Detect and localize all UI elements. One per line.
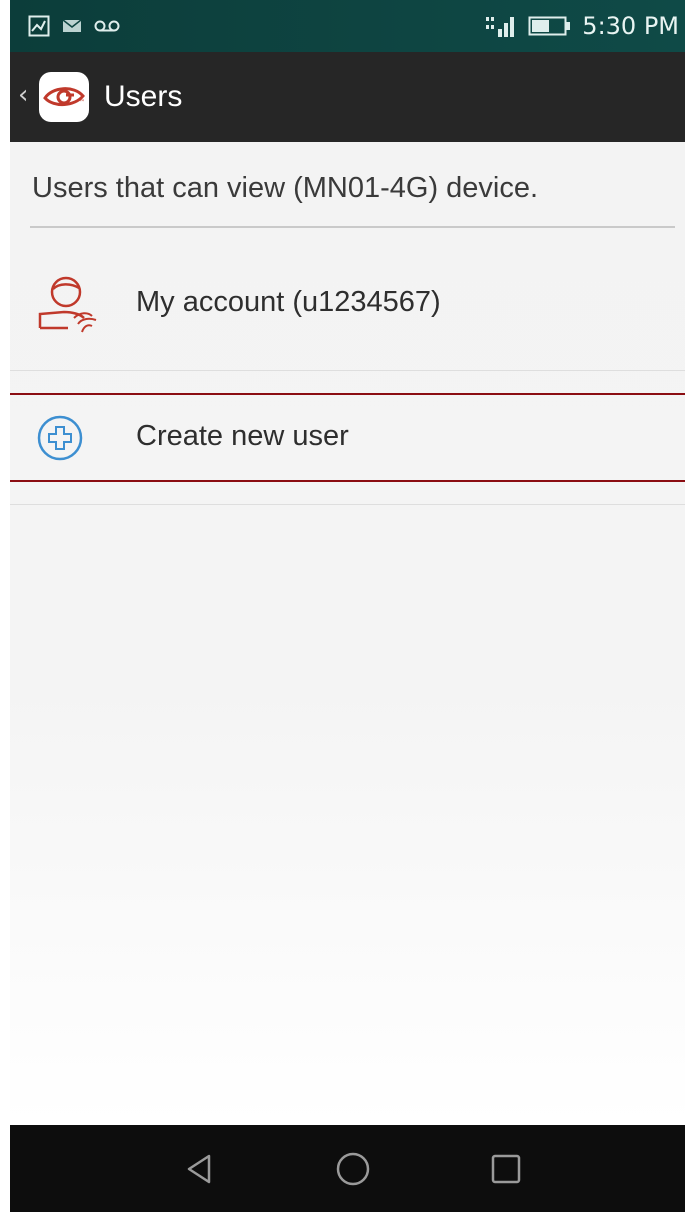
back-chevron-icon[interactable]: ‹ bbox=[18, 80, 28, 110]
signal-icon bbox=[484, 13, 518, 39]
svg-text:™: ™ bbox=[79, 99, 85, 106]
create-new-user-label: Create new user bbox=[136, 420, 349, 452]
voicemail-icon bbox=[94, 19, 120, 33]
row-divider bbox=[10, 370, 685, 371]
subtitle-divider bbox=[30, 226, 675, 228]
page-title: Users bbox=[104, 80, 183, 113]
add-circle-icon bbox=[37, 415, 83, 465]
highlight-border-bottom bbox=[10, 480, 685, 482]
image-icon bbox=[28, 15, 50, 37]
app-bar: ‹ ™ Users bbox=[10, 52, 685, 142]
status-right-icons: 5:30 PM bbox=[484, 12, 679, 40]
users-content: Users that can view (MN01-4G) device. My… bbox=[10, 142, 685, 1125]
back-triangle-icon[interactable] bbox=[180, 1149, 220, 1189]
list-item-label: My account (u1234567) bbox=[136, 286, 441, 318]
list-item-my-account[interactable]: My account (u1234567) bbox=[10, 230, 685, 370]
eye-logo-icon[interactable]: ™ bbox=[39, 72, 89, 122]
mail-icon bbox=[62, 19, 82, 33]
battery-icon bbox=[528, 15, 572, 37]
row-divider bbox=[10, 504, 685, 505]
create-new-user-button[interactable]: Create new user bbox=[10, 394, 685, 480]
navigation-bar bbox=[10, 1125, 685, 1212]
recent-apps-square-icon[interactable] bbox=[486, 1149, 526, 1189]
user-avatar-icon bbox=[26, 274, 110, 342]
users-subtitle: Users that can view (MN01-4G) device. bbox=[32, 172, 539, 204]
status-left-icons bbox=[28, 15, 120, 37]
home-circle-icon[interactable] bbox=[333, 1149, 373, 1189]
screen: 5:30 PM ‹ ™ Users Users that can view (M… bbox=[10, 0, 685, 1212]
status-time: 5:30 PM bbox=[582, 12, 679, 40]
status-bar: 5:30 PM bbox=[10, 0, 685, 52]
